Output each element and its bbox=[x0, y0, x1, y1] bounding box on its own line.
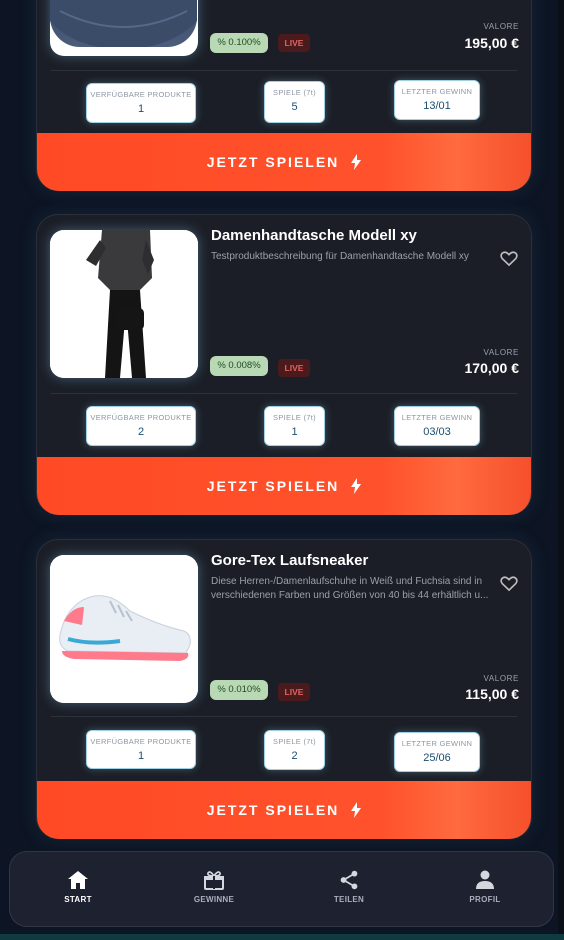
person-icon bbox=[476, 870, 494, 889]
stat-value: 2 bbox=[137, 426, 145, 438]
live-badge: LIVE bbox=[278, 34, 310, 52]
play-button[interactable]: JETZT SPIELEN bbox=[37, 781, 531, 839]
product-image[interactable] bbox=[50, 555, 198, 703]
stat-label: SPIELE (7t) bbox=[273, 737, 316, 746]
play-button[interactable]: JETZT SPIELEN bbox=[37, 133, 531, 191]
product-image[interactable] bbox=[50, 230, 198, 378]
product-image[interactable] bbox=[50, 0, 198, 56]
gift-icon bbox=[204, 871, 224, 890]
product-price: 170,00 € bbox=[464, 360, 520, 376]
win-chance-badge: % 0.100% bbox=[210, 33, 268, 53]
available-products-stat: VERFÜGBARE PRODUKTE 1 bbox=[86, 83, 196, 123]
win-chance-badge: % 0.010% bbox=[210, 680, 268, 700]
nav-item-start[interactable]: START bbox=[33, 870, 123, 904]
value-label: VALORE bbox=[483, 674, 519, 683]
play-button-label: JETZT SPIELEN bbox=[206, 802, 340, 818]
win-chance-badge: % 0.008% bbox=[210, 356, 268, 376]
share-icon bbox=[340, 870, 358, 890]
last-win-stat: LETZTER GEWINN 03/03 bbox=[394, 406, 480, 446]
product-price: 195,00 € bbox=[464, 35, 520, 51]
heart-icon[interactable] bbox=[499, 248, 519, 268]
product-description: Diese Herren-/Damenlaufschuhe in Weiß un… bbox=[211, 576, 489, 601]
stat-label: VERFÜGBARE PRODUKTE bbox=[90, 90, 192, 99]
product-photo-handbag bbox=[50, 230, 198, 378]
product-card: Gore-Tex Laufsneaker Diese Herren-/Damen… bbox=[36, 539, 532, 839]
product-title: Gore-Tex Laufsneaker bbox=[211, 552, 369, 569]
stat-value: 1 bbox=[291, 426, 298, 438]
stat-label: LETZTER GEWINN bbox=[401, 739, 473, 748]
stat-value: 03/03 bbox=[423, 426, 451, 438]
value-label: VALORE bbox=[483, 348, 519, 357]
product-photo-bag bbox=[50, 0, 197, 49]
stat-value: 25/06 bbox=[423, 752, 451, 764]
stat-value: 2 bbox=[291, 750, 298, 762]
nav-item-gewinne[interactable]: GEWINNE bbox=[169, 870, 259, 904]
page-edge bbox=[558, 0, 564, 940]
stat-value: 1 bbox=[137, 103, 145, 115]
divider bbox=[51, 70, 517, 71]
play-button[interactable]: JETZT SPIELEN bbox=[37, 457, 531, 515]
last-win-stat: LETZTER GEWINN 13/01 bbox=[394, 80, 480, 120]
games-stat: SPIELE (7t) 1 bbox=[264, 406, 325, 446]
live-badge: LIVE bbox=[278, 683, 310, 701]
stat-label: VERFÜGBARE PRODUKTE bbox=[90, 737, 192, 746]
nav-label: GEWINNE bbox=[193, 895, 235, 904]
divider bbox=[51, 393, 517, 394]
heart-icon[interactable] bbox=[499, 573, 519, 593]
product-description: Testproduktbeschreibung für Damenhandtas… bbox=[211, 251, 469, 262]
lightning-icon bbox=[351, 154, 362, 170]
bottom-navigation: START GEWINNE TEILEN PROFIL bbox=[9, 851, 554, 927]
play-button-label: JETZT SPIELEN bbox=[206, 154, 340, 170]
play-button-label: JETZT SPIELEN bbox=[206, 478, 340, 494]
stat-value: 5 bbox=[291, 101, 298, 113]
nav-item-teilen[interactable]: TEILEN bbox=[304, 870, 394, 904]
available-products-stat: VERFÜGBARE PRODUKTE 1 bbox=[86, 730, 196, 769]
product-price: 115,00 € bbox=[465, 686, 519, 702]
home-icon bbox=[68, 871, 88, 889]
last-win-stat: LETZTER GEWINN 25/06 bbox=[394, 732, 480, 772]
product-card: Damenhandtasche Modell xy Testproduktbes… bbox=[36, 214, 532, 515]
nav-label: TEILEN bbox=[333, 895, 365, 904]
nav-label: START bbox=[64, 895, 92, 904]
available-products-stat: VERFÜGBARE PRODUKTE 2 bbox=[86, 406, 196, 446]
page-bottom-edge bbox=[0, 934, 564, 940]
stat-label: LETZTER GEWINN bbox=[401, 413, 473, 422]
product-photo-sneaker bbox=[50, 555, 198, 703]
stat-label: VERFÜGBARE PRODUKTE bbox=[90, 413, 192, 422]
live-badge: LIVE bbox=[278, 359, 310, 377]
lightning-icon bbox=[351, 478, 362, 494]
value-label: VALORE bbox=[483, 22, 519, 31]
stat-label: LETZTER GEWINN bbox=[401, 87, 473, 96]
nav-item-profil[interactable]: PROFIL bbox=[440, 870, 530, 904]
stat-label: SPIELE (7t) bbox=[273, 413, 316, 422]
product-card: % 0.100% LIVE VALORE 195,00 € VERFÜGBARE… bbox=[36, 0, 532, 191]
lightning-icon bbox=[351, 802, 362, 818]
games-stat: SPIELE (7t) 2 bbox=[264, 730, 325, 770]
nav-label: PROFIL bbox=[469, 895, 501, 904]
stat-value: 13/01 bbox=[423, 100, 451, 112]
divider bbox=[51, 716, 517, 717]
stat-label: SPIELE (7t) bbox=[273, 88, 316, 97]
stat-value: 1 bbox=[137, 750, 145, 762]
product-title: Damenhandtasche Modell xy bbox=[211, 227, 417, 244]
games-stat: SPIELE (7t) 5 bbox=[264, 81, 325, 123]
